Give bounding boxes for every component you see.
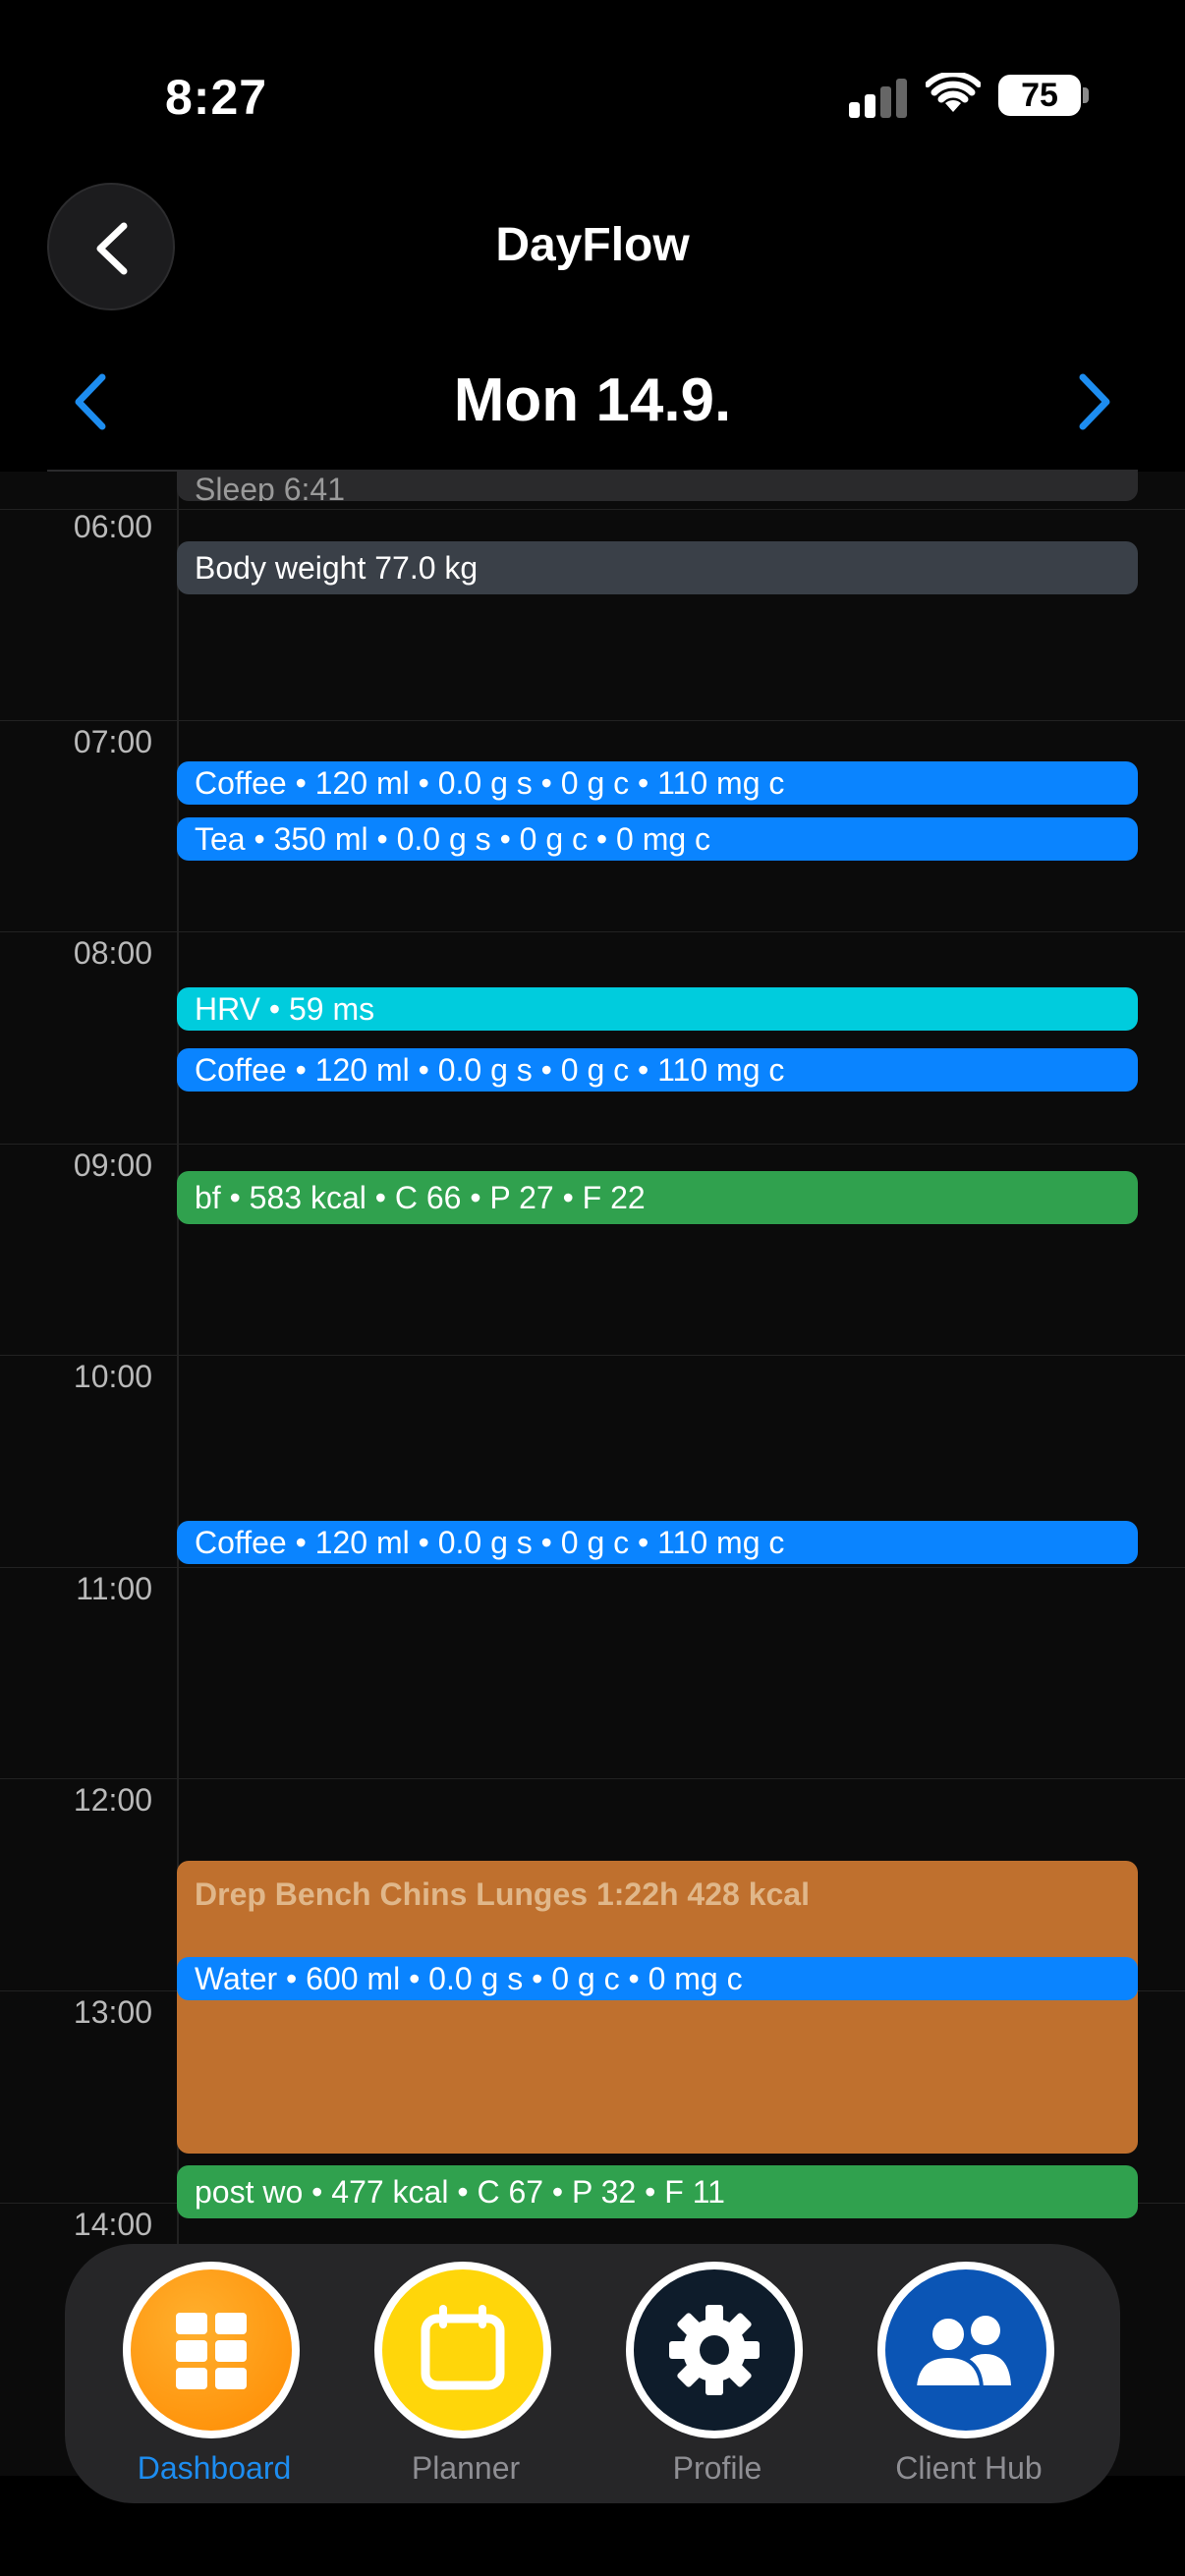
coffee-event[interactable]: Coffee • 120 ml • 0.0 g s • 0 g c • 110 … bbox=[177, 1048, 1138, 1092]
coffee-event[interactable]: Coffee • 120 ml • 0.0 g s • 0 g c • 110 … bbox=[177, 761, 1138, 805]
wifi-icon bbox=[926, 73, 981, 112]
battery-indicator: 75 bbox=[998, 75, 1081, 116]
calendar-icon bbox=[421, 2305, 505, 2390]
tab-client-hub-circle bbox=[877, 2262, 1054, 2438]
next-day-button[interactable] bbox=[1071, 371, 1116, 432]
hour-line bbox=[0, 1355, 1185, 1356]
status-time: 8:27 bbox=[165, 70, 268, 125]
coffee-event[interactable]: Coffee • 120 ml • 0.0 g s • 0 g c • 110 … bbox=[177, 1521, 1138, 1564]
tea-event[interactable]: Tea • 350 ml • 0.0 g s • 0 g c • 0 mg c bbox=[177, 817, 1138, 861]
tab-dashboard[interactable]: Dashboard bbox=[106, 2244, 322, 2503]
tab-planner-label: Planner bbox=[411, 2450, 521, 2486]
hrv-event[interactable]: HRV • 59 ms bbox=[177, 987, 1138, 1031]
tab-dashboard-circle bbox=[123, 2262, 300, 2438]
battery-tip bbox=[1083, 87, 1089, 103]
tab-client-hub-label: Client Hub bbox=[895, 2450, 1043, 2486]
hour-label: 06:00 bbox=[73, 509, 152, 544]
hour-label: 14:00 bbox=[73, 2207, 152, 2242]
hour-line bbox=[0, 931, 1185, 932]
tab-profile-label: Profile bbox=[672, 2450, 762, 2486]
cellular-signal-icon bbox=[849, 79, 908, 118]
body-weight-event[interactable]: Body weight 77.0 kg bbox=[177, 541, 1138, 594]
tab-planner[interactable]: Planner bbox=[358, 2244, 574, 2503]
hour-line bbox=[0, 1778, 1185, 1779]
water-event[interactable]: Water • 600 ml • 0.0 g s • 0 g c • 0 mg … bbox=[177, 1957, 1138, 2000]
hour-label: 12:00 bbox=[73, 1782, 152, 1818]
gear-icon bbox=[669, 2305, 760, 2395]
meal-event[interactable]: bf • 583 kcal • C 66 • P 27 • F 22 bbox=[177, 1171, 1138, 1224]
tab-planner-circle bbox=[374, 2262, 551, 2438]
hour-line bbox=[0, 509, 1185, 510]
meal-event[interactable]: post wo • 477 kcal • C 67 • P 32 • F 11 bbox=[177, 2165, 1138, 2218]
hour-line bbox=[0, 720, 1185, 721]
hour-line bbox=[0, 1567, 1185, 1568]
day-timeline[interactable]: 06:00 07:00 08:00 09:00 10:00 11:00 12:0… bbox=[0, 472, 1185, 2476]
hour-label: 09:00 bbox=[73, 1148, 152, 1183]
people-icon bbox=[912, 2315, 1011, 2389]
hour-label: 08:00 bbox=[73, 935, 152, 971]
previous-day-button[interactable] bbox=[69, 371, 114, 432]
date-title: Mon 14.9. bbox=[453, 366, 732, 434]
workout-event-label: Drep Bench Chins Lunges 1:22h 428 kcal bbox=[195, 1876, 810, 1912]
hour-line bbox=[0, 1144, 1185, 1145]
tab-dashboard-label: Dashboard bbox=[137, 2450, 292, 2486]
tab-bar: Dashboard Planner Profile Client Hub bbox=[65, 2244, 1120, 2503]
hour-label: 11:00 bbox=[76, 1571, 152, 1606]
app-title: DayFlow bbox=[495, 219, 690, 271]
tab-client-hub[interactable]: Client Hub bbox=[861, 2244, 1077, 2503]
tab-profile-circle bbox=[626, 2262, 803, 2438]
tab-profile[interactable]: Profile bbox=[609, 2244, 825, 2503]
grid-icon bbox=[176, 2313, 247, 2389]
hour-label: 07:00 bbox=[73, 724, 152, 759]
hour-label: 13:00 bbox=[73, 1994, 152, 2030]
hour-label: 10:00 bbox=[73, 1359, 152, 1394]
sleep-event[interactable]: Sleep 6:41 bbox=[177, 472, 1138, 501]
